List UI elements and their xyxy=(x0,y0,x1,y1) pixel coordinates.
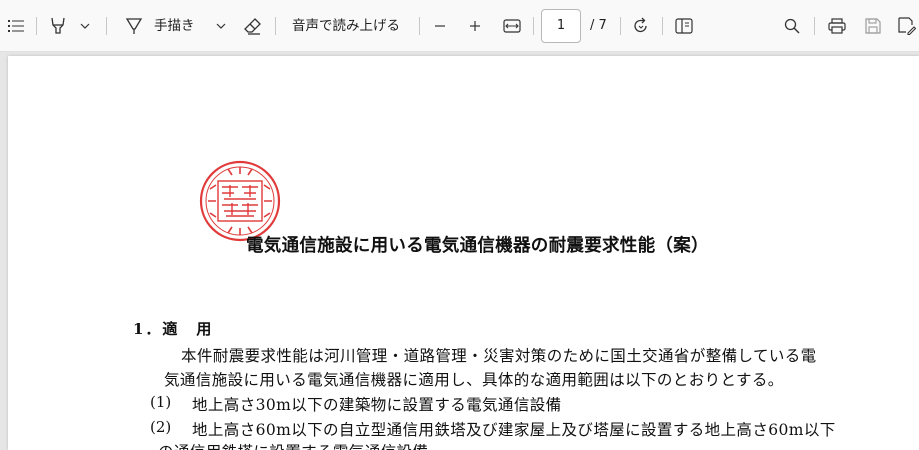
zoom-out-icon[interactable] xyxy=(430,13,450,39)
save-as-icon[interactable] xyxy=(896,13,918,39)
toolbar-separator xyxy=(620,17,621,35)
page-total: / 7 xyxy=(590,18,607,33)
contents-list-icon[interactable] xyxy=(6,13,26,39)
list-item-number: (2) xyxy=(150,418,172,436)
document-title: 電気通信施設に用いる電気通信機器の耐震要求性能（案） xyxy=(246,236,709,256)
approval-seal-stamp xyxy=(199,160,281,242)
print-icon[interactable] xyxy=(826,13,848,39)
read-aloud-button[interactable]: 音声で読み上げる xyxy=(292,17,400,35)
section-heading: 1．適 用 xyxy=(133,320,214,338)
page-number-input[interactable]: 1 xyxy=(541,9,581,43)
save-icon[interactable] xyxy=(862,13,884,39)
rotate-icon[interactable] xyxy=(630,13,652,39)
page-view-icon[interactable] xyxy=(673,13,695,39)
toolbar-separator xyxy=(814,17,815,35)
list-item-number: (1) xyxy=(150,393,172,411)
list-item-text: 地上高さ60m以下の自立型通信用鉄塔及び建家屋上及び塔屋に設置する地上高さ60m… xyxy=(192,421,836,439)
chevron-down-icon[interactable] xyxy=(78,13,92,39)
toolbar-separator xyxy=(36,17,37,35)
list-item-text: 地上高さ30m以下の建築物に設置する電気通信設備 xyxy=(192,396,562,414)
search-icon[interactable] xyxy=(781,13,803,39)
list-item-text: の通信用鉄塔に設置する電気通信設備 xyxy=(158,440,428,450)
toolbar-separator xyxy=(662,17,663,35)
pdf-toolbar: 手描き 音声で読み上げる 1 / 7 xyxy=(0,0,919,52)
toolbar-separator xyxy=(533,17,534,35)
draw-button-label[interactable]: 手描き xyxy=(154,17,195,35)
paragraph-line: 気通信施設に用いる電気通信機器に適用し、具体的な適用範囲は以下のとおりとする。 xyxy=(164,371,784,389)
eraser-icon[interactable] xyxy=(242,13,264,39)
toolbar-separator xyxy=(275,17,276,35)
paragraph-line: 本件耐震要求性能は河川管理・道路管理・災害対策のために国土交通省が整備している電 xyxy=(181,347,817,365)
toolbar-separator xyxy=(419,17,420,35)
zoom-in-icon[interactable] xyxy=(465,13,485,39)
chevron-down-icon[interactable] xyxy=(214,13,228,39)
highlight-icon[interactable] xyxy=(48,13,68,39)
draw-icon[interactable] xyxy=(124,13,144,39)
toolbar-separator xyxy=(106,17,107,35)
fit-page-icon[interactable] xyxy=(501,13,523,39)
